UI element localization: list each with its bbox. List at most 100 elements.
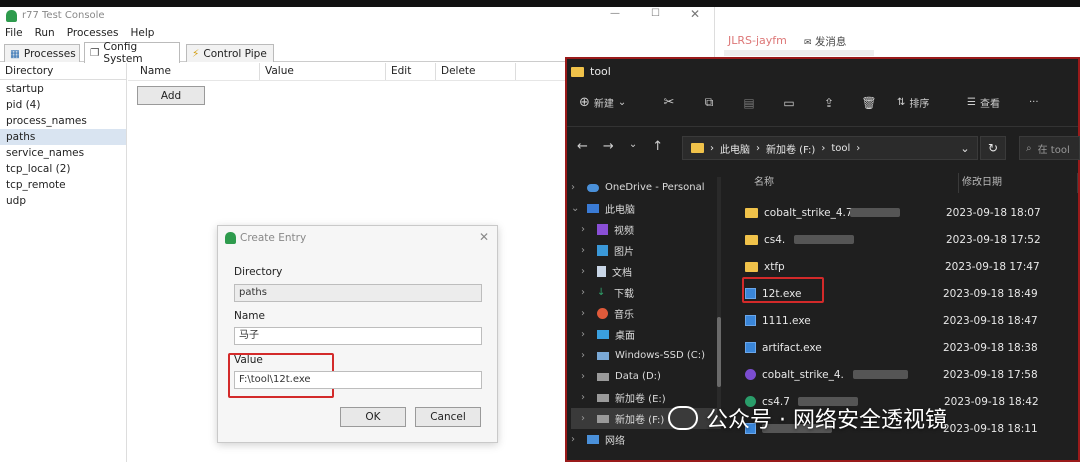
- folder-icon: [571, 66, 584, 77]
- directory-item-paths[interactable]: paths: [0, 129, 126, 145]
- column-name[interactable]: Name: [135, 63, 260, 80]
- video-icon: [597, 224, 608, 235]
- rename-icon[interactable]: ▭: [769, 96, 809, 110]
- dialog-close-icon[interactable]: ✕: [479, 230, 489, 244]
- maximize-icon[interactable]: ☐: [651, 8, 660, 19]
- nav-item-videos[interactable]: › 视频: [571, 219, 721, 240]
- address-folder-icon: [691, 143, 704, 153]
- nav-item-onedrive[interactable]: › OneDrive - Personal: [571, 177, 721, 198]
- file-date: 2023-09-18 18:47: [943, 314, 1038, 327]
- close-icon[interactable]: ✕: [690, 7, 700, 21]
- chevron-right-icon: ›: [581, 245, 585, 256]
- explorer-title-bar: tool: [571, 65, 611, 78]
- bg-blur: [724, 50, 874, 56]
- chevron-right-icon: ›: [581, 224, 585, 235]
- directory-item-process-names[interactable]: process_names: [0, 113, 126, 129]
- ok-button[interactable]: OK: [340, 407, 406, 427]
- column-delete[interactable]: Delete: [436, 63, 516, 80]
- nav-item-pictures[interactable]: › 图片: [571, 240, 721, 261]
- menu-processes[interactable]: Processes: [67, 27, 119, 41]
- directory-item-pid[interactable]: pid (4): [0, 97, 126, 113]
- nav-item-downloads[interactable]: › ↓ 下载: [571, 282, 721, 303]
- cut-icon[interactable]: ✂: [649, 95, 689, 110]
- title-bar: r77 Test Console — ☐ ✕: [0, 7, 715, 27]
- up-arrow-icon[interactable]: ↑: [652, 139, 663, 154]
- tab-config-system[interactable]: ❐ Config System: [84, 41, 180, 65]
- share-icon[interactable]: ⇪: [809, 96, 849, 110]
- chevron-down-icon: ⌄: [617, 97, 627, 108]
- bg-message-button[interactable]: ✉ 发消息: [804, 34, 846, 49]
- redacted-blur: [850, 208, 900, 217]
- value-label: Value: [234, 354, 263, 366]
- file-row[interactable]: xtfp 2023-09-18 17:47: [745, 253, 1078, 280]
- back-arrow-icon[interactable]: ←: [577, 139, 588, 154]
- copy-icon[interactable]: ⧉: [689, 95, 729, 110]
- value-input[interactable]: F:\tool\12t.exe: [234, 371, 482, 389]
- name-input[interactable]: 马子: [234, 327, 482, 345]
- file-date: 2023-09-18 18:11: [943, 422, 1038, 435]
- file-row[interactable]: cobalt_strike_4.7v 2023-09-18 18:07: [745, 199, 1078, 226]
- tab-control-pipe[interactable]: ⚡ Control Pipe: [186, 44, 274, 62]
- menu-help[interactable]: Help: [130, 27, 154, 41]
- file-row[interactable]: artifact.exe 2023-09-18 18:38: [745, 334, 1078, 361]
- directory-item-tcp-remote[interactable]: tcp_remote: [0, 177, 126, 193]
- crumb-tool[interactable]: tool: [831, 143, 850, 154]
- cancel-button[interactable]: Cancel: [415, 407, 481, 427]
- column-value[interactable]: Value: [260, 63, 386, 80]
- file-row[interactable]: cobalt_strike_4. 2023-09-18 17:58: [745, 361, 1078, 388]
- nav-label: Data (D:): [615, 371, 661, 382]
- nav-item-drive-c[interactable]: › Windows-SSD (C:): [571, 345, 721, 366]
- nav-scrollbar[interactable]: [717, 177, 721, 417]
- file-date: 2023-09-18 17:58: [943, 368, 1038, 381]
- menu-run[interactable]: Run: [35, 27, 55, 41]
- view-label: 查看: [979, 99, 1000, 110]
- column-header-date[interactable]: 修改日期: [962, 173, 1080, 193]
- new-button[interactable]: ⊕ 新建 ⌄: [579, 95, 649, 110]
- view-button[interactable]: ☰ 查看: [959, 95, 1029, 110]
- add-button[interactable]: Add: [137, 86, 205, 105]
- directory-item-udp[interactable]: udp: [0, 193, 126, 209]
- nav-item-music[interactable]: › 音乐: [571, 303, 721, 324]
- crumb-drive-f[interactable]: 新加卷 (F:): [766, 141, 815, 156]
- crumb-this-pc[interactable]: 此电脑: [720, 141, 750, 156]
- nav-item-desktop[interactable]: › 桌面: [571, 324, 721, 345]
- directory-item-service-names[interactable]: service_names: [0, 145, 126, 161]
- paste-icon[interactable]: ▤: [729, 96, 769, 110]
- nav-item-this-pc[interactable]: ⌄ 此电脑: [571, 198, 721, 219]
- address-bar[interactable]: › 此电脑 › 新加卷 (F:) › tool ›: [682, 136, 978, 160]
- minimize-icon[interactable]: —: [610, 8, 620, 19]
- tab-processes[interactable]: ▦ Processes: [4, 44, 80, 62]
- directory-item-tcp-local[interactable]: tcp_local (2): [0, 161, 126, 177]
- address-dropdown-icon[interactable]: ⌄: [952, 136, 978, 160]
- nav-label: 桌面: [615, 331, 635, 342]
- directory-item-startup[interactable]: startup: [0, 81, 126, 97]
- menu-file[interactable]: File: [5, 27, 23, 41]
- sort-button[interactable]: ⇅ 排序: [889, 95, 959, 110]
- nav-item-documents[interactable]: › 文档: [571, 261, 721, 282]
- file-date: 2023-09-18 18:42: [944, 395, 1039, 408]
- more-button[interactable]: ···: [1029, 97, 1049, 108]
- file-name: xtfp: [764, 260, 785, 273]
- chevron-right-icon: ›: [571, 182, 575, 193]
- nav-scroll-thumb[interactable]: [717, 317, 721, 387]
- file-row[interactable]: 1111.exe 2023-09-18 18:47: [745, 307, 1078, 334]
- desktop-icon: [597, 330, 609, 339]
- forward-arrow-icon[interactable]: →: [603, 139, 614, 154]
- column-header-name[interactable]: 名称: [754, 173, 960, 193]
- file-date: 2023-09-18 18:49: [943, 287, 1038, 300]
- file-name: cs4.: [764, 233, 786, 246]
- delete-icon[interactable]: 🗑: [849, 96, 889, 110]
- history-chevron-icon[interactable]: ⌄: [629, 139, 637, 154]
- refresh-icon[interactable]: ↻: [980, 136, 1006, 160]
- nav-item-drive-d[interactable]: › Data (D:): [571, 366, 721, 387]
- file-row[interactable]: cs4. 2023-09-18 17:52: [745, 226, 1078, 253]
- toolbar-divider: [567, 126, 1078, 127]
- new-label: 新建: [593, 99, 614, 110]
- explorer-toolbar: ⊕ 新建 ⌄ ✂ ⧉ ▤ ▭ ⇪ 🗑 ⇅ 排序 ☰ 查看 ···: [579, 95, 1049, 110]
- nav-label: 音乐: [614, 310, 634, 321]
- document-icon: [597, 266, 606, 277]
- search-box[interactable]: ⌕ 在 tool: [1019, 136, 1080, 160]
- create-entry-dialog: Create Entry ✕ Directory paths Name 马子 V…: [217, 225, 498, 443]
- column-edit[interactable]: Edit: [386, 63, 436, 80]
- wechat-icon: [668, 406, 698, 430]
